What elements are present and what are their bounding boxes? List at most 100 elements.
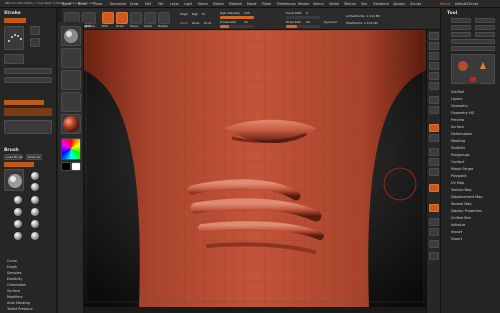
tool-section-contact[interactable]: Contact bbox=[451, 160, 464, 164]
stroke-orange-group[interactable] bbox=[4, 108, 52, 116]
tool-section-visibility[interactable]: Visibility bbox=[451, 146, 465, 150]
copy-tool-button[interactable] bbox=[451, 25, 471, 30]
zcut-toggle[interactable]: Zcut bbox=[204, 21, 211, 25]
menu-transform[interactable]: Transform bbox=[373, 2, 389, 6]
save-tool-button[interactable] bbox=[475, 18, 495, 23]
menu-brush[interactable]: Brush bbox=[78, 2, 87, 6]
tool-section-texture-map[interactable]: Texture Map bbox=[451, 188, 472, 192]
menu-preferences[interactable]: Preferences bbox=[277, 2, 296, 6]
edit-button[interactable] bbox=[102, 12, 114, 24]
brush-flatten-icon[interactable] bbox=[31, 220, 39, 228]
brush-item-tablet-pressure[interactable]: Tablet Pressure bbox=[7, 307, 33, 311]
brush-selector-bar[interactable] bbox=[4, 162, 34, 167]
stroke-curve-box[interactable] bbox=[4, 120, 52, 134]
scale-button[interactable] bbox=[144, 12, 156, 24]
frame-button[interactable] bbox=[429, 148, 439, 156]
menu-picker[interactable]: Picker bbox=[262, 2, 272, 6]
menu-color[interactable]: Color bbox=[94, 2, 102, 6]
actual-button[interactable] bbox=[429, 72, 439, 80]
stroke-option-row-2[interactable] bbox=[4, 77, 52, 83]
move-button[interactable] bbox=[130, 12, 142, 24]
menu-marker[interactable]: Marker bbox=[213, 2, 224, 6]
material-shelf-tile[interactable] bbox=[61, 114, 81, 134]
menu-zplugin[interactable]: Zplugin bbox=[393, 2, 405, 6]
transp-button[interactable] bbox=[429, 218, 439, 226]
ghost-button[interactable] bbox=[429, 228, 439, 236]
brush-pinch-icon[interactable] bbox=[14, 208, 22, 216]
load-tool-button[interactable] bbox=[451, 18, 471, 23]
spix-button[interactable] bbox=[429, 42, 439, 50]
lsym-button[interactable] bbox=[429, 134, 439, 142]
tool-thumbnails[interactable] bbox=[451, 54, 495, 84]
strip-move-button[interactable] bbox=[429, 158, 439, 166]
brush-dam-icon[interactable] bbox=[14, 196, 22, 204]
menu-alpha[interactable]: Alpha bbox=[62, 2, 71, 6]
draw-button[interactable] bbox=[116, 12, 128, 24]
brush-item-orientation[interactable]: Orientation bbox=[7, 283, 26, 287]
tool-section-layers[interactable]: Layers bbox=[451, 97, 462, 101]
brush-inflate-icon[interactable] bbox=[31, 196, 39, 204]
rgb-toggle[interactable]: Rgb bbox=[192, 12, 198, 16]
menu-macro[interactable]: Macro bbox=[198, 2, 208, 6]
tool-section-preview[interactable]: Preview bbox=[451, 118, 464, 122]
m-toggle[interactable]: M bbox=[202, 12, 205, 16]
goz-button[interactable] bbox=[451, 46, 495, 51]
clone-make-polymesh-button[interactable] bbox=[451, 39, 495, 44]
brush-smooth-icon[interactable] bbox=[31, 208, 39, 216]
scroll-button[interactable] bbox=[429, 52, 439, 60]
export-tool-button[interactable] bbox=[475, 32, 495, 37]
stroke-freehand-button[interactable] bbox=[30, 38, 40, 47]
import-tool-button[interactable] bbox=[451, 32, 471, 37]
draw-size-slider[interactable] bbox=[286, 25, 320, 28]
sculpt-mesh[interactable] bbox=[84, 30, 426, 307]
menu-stencil[interactable]: Stencil bbox=[313, 2, 324, 6]
tool-section-polygroups[interactable]: Polygroups bbox=[451, 153, 470, 157]
brush-move-icon[interactable] bbox=[31, 172, 39, 180]
stroke-orange-setting[interactable] bbox=[4, 100, 44, 105]
tool-section-export[interactable]: Export bbox=[451, 237, 462, 241]
current-brush-tile[interactable] bbox=[4, 169, 24, 191]
z-intensity-slider[interactable] bbox=[220, 25, 254, 28]
default-zscript[interactable]: DefaultZScript bbox=[455, 2, 478, 6]
tool-section-normal-map[interactable]: Normal Map bbox=[451, 202, 472, 206]
brush-item-elasticity[interactable]: Elasticity bbox=[7, 277, 22, 281]
tool-section-deformation[interactable]: Deformation bbox=[451, 132, 472, 136]
tool-section-import[interactable]: Import bbox=[451, 230, 462, 234]
stroke-lazymouse-button[interactable] bbox=[4, 54, 24, 64]
tool-section-masking[interactable]: Masking bbox=[451, 139, 465, 143]
canvas-viewport[interactable] bbox=[84, 30, 426, 307]
tool-section-subtool[interactable]: SubTool bbox=[451, 90, 464, 94]
tool-section-displacement-map[interactable]: Displacement Map bbox=[451, 195, 483, 199]
menu-document[interactable]: Document bbox=[110, 2, 127, 6]
tool-section-uv-map[interactable]: UV Map bbox=[451, 181, 464, 185]
xpose-button[interactable] bbox=[429, 252, 439, 260]
tool-section-morph-target[interactable]: Morph Target bbox=[451, 167, 473, 171]
solo-button[interactable] bbox=[429, 240, 439, 248]
strip-scale-button[interactable] bbox=[429, 168, 439, 176]
menu-tool[interactable]: Tool bbox=[361, 2, 367, 6]
color-picker[interactable] bbox=[61, 138, 81, 160]
rotate-button[interactable] bbox=[158, 12, 170, 24]
focal-shift-slider[interactable] bbox=[286, 16, 320, 19]
stroke-option-row-1[interactable] bbox=[4, 68, 52, 74]
menu-layer[interactable]: Layer bbox=[170, 2, 179, 6]
stroke-dots-button[interactable] bbox=[30, 26, 40, 35]
save-brush-button[interactable]: Save As bbox=[26, 154, 42, 160]
bpr-button[interactable] bbox=[429, 32, 439, 40]
brush-item-modifiers[interactable]: Modifiers bbox=[7, 295, 22, 299]
brush-item-depth[interactable]: Depth bbox=[7, 265, 17, 269]
menu-movie[interactable]: Movie bbox=[247, 2, 256, 6]
menu-render[interactable]: Render bbox=[298, 2, 309, 6]
secondary-color-swatch[interactable] bbox=[61, 162, 71, 171]
menu-zscript[interactable]: Zscript bbox=[410, 2, 421, 6]
tool-section-initialize[interactable]: Initialize bbox=[451, 223, 465, 227]
brush-item-surface[interactable]: Surface bbox=[7, 289, 20, 293]
tool-section-display-properties[interactable]: Display Properties bbox=[451, 209, 482, 213]
tool-section-geometry-hd[interactable]: Geometry HD bbox=[451, 111, 474, 115]
menu-file[interactable]: File bbox=[158, 2, 163, 6]
zsub-toggle[interactable]: Zsub bbox=[192, 21, 199, 25]
lightbox-button[interactable] bbox=[82, 12, 96, 24]
texture-shelf-tile[interactable] bbox=[61, 92, 81, 112]
floor-button[interactable] bbox=[429, 106, 439, 114]
stroke-shelf-tile[interactable] bbox=[61, 48, 81, 68]
